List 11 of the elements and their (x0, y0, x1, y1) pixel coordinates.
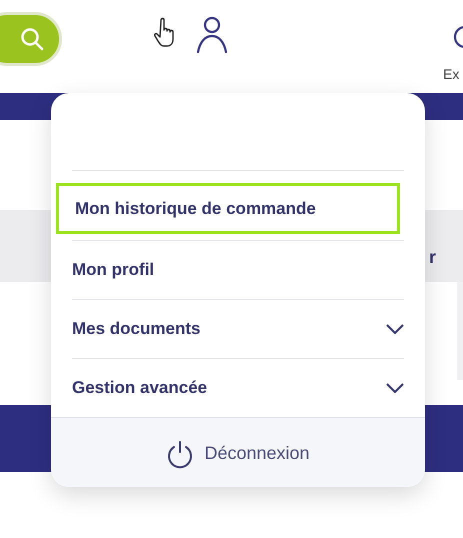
chevron-down-icon (386, 324, 404, 334)
menu-link[interactable]: Mon historique de commande (56, 183, 400, 234)
expandable-menu-item[interactable]: Gestion avancée (72, 359, 404, 417)
chevron-down-icon (386, 383, 404, 393)
search-icon (19, 26, 45, 52)
header-label[interactable]: Ex (443, 64, 460, 85)
logout-button[interactable]: Déconnexion (51, 417, 425, 487)
column-heading: r (429, 246, 436, 269)
menu-link[interactable]: Mon profil (72, 241, 404, 299)
expandable-menu-item[interactable]: Mes documents (72, 300, 404, 358)
power-icon (166, 438, 194, 468)
